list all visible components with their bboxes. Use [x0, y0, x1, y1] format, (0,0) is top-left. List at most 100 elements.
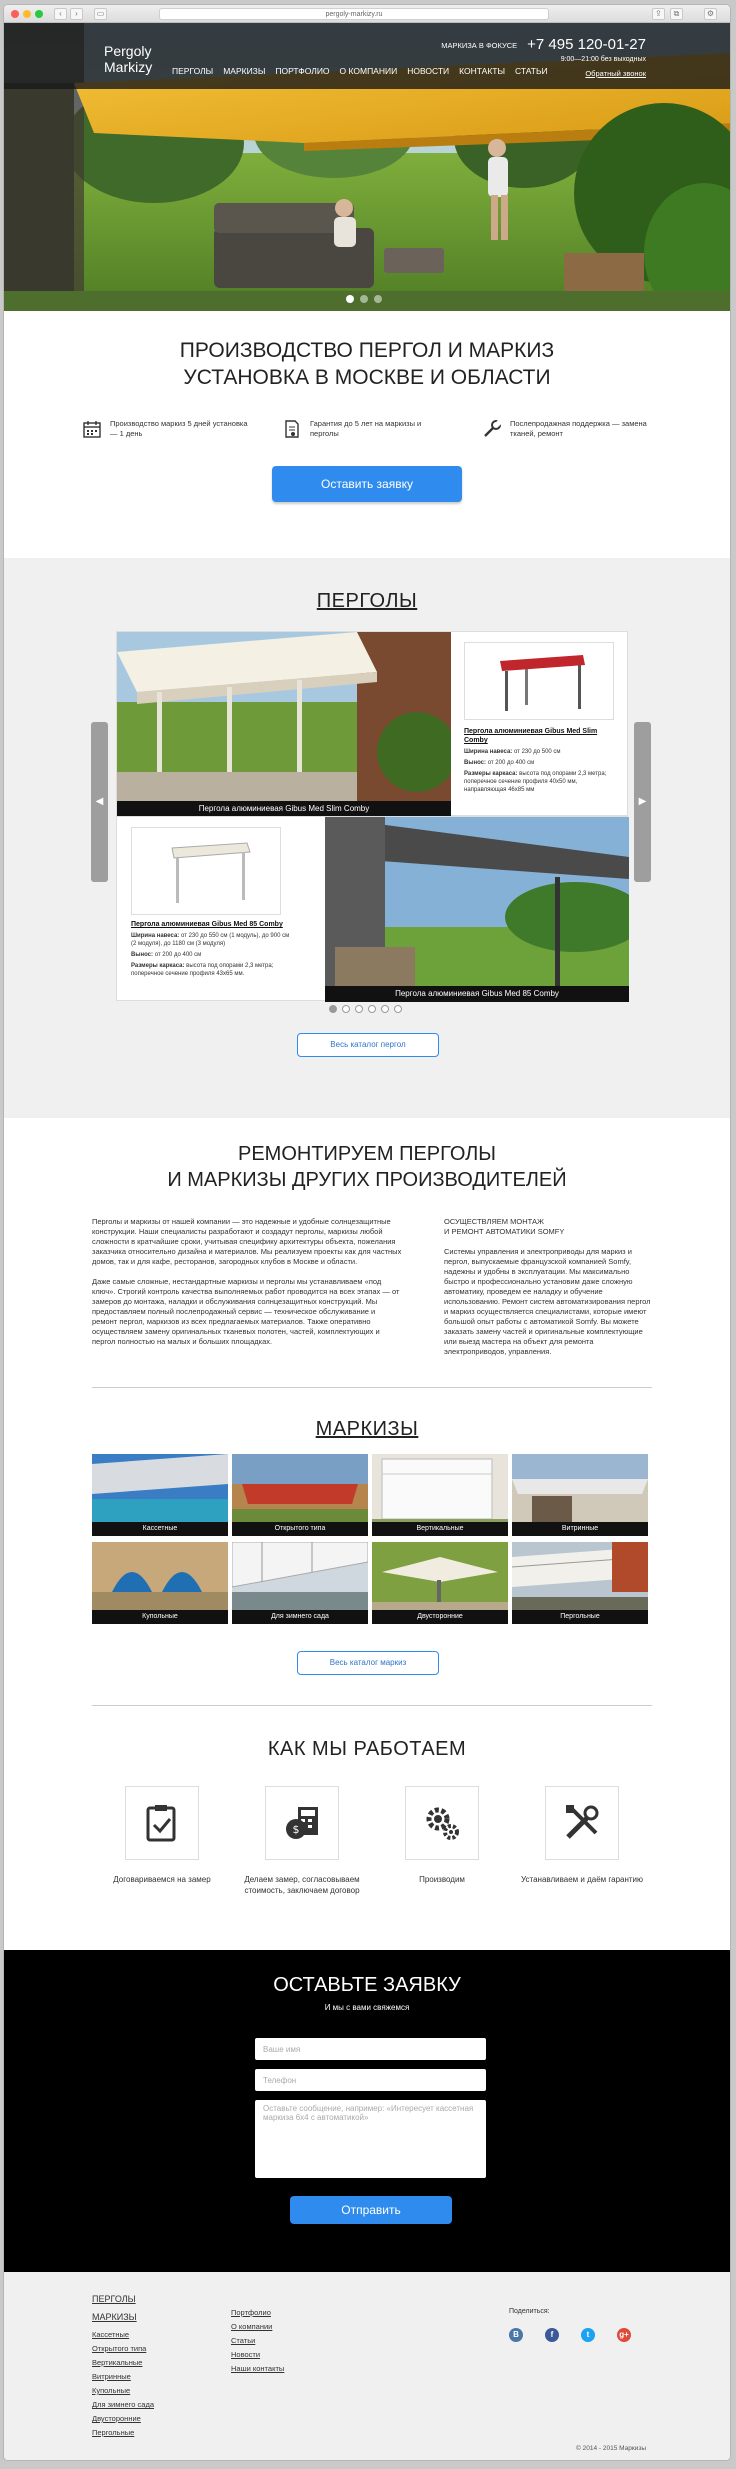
intro-title: ПРОИЗВОДСТВО ПЕРГОЛ И МАРКИЗ УСТАНОВКА В… [4, 337, 730, 391]
slider-dot[interactable] [360, 295, 368, 303]
tabs-icon[interactable]: ⧉ [670, 8, 683, 20]
step-box [125, 1786, 199, 1860]
divider [92, 1705, 652, 1706]
pergola-catalog-button[interactable]: Весь каталог пергол [297, 1033, 439, 1057]
submit-button[interactable]: Отправить [290, 2196, 452, 2224]
twitter-icon[interactable]: t [581, 2328, 595, 2342]
footer-pergoly-heading[interactable]: ПЕРГОЛЫ [92, 2294, 136, 2304]
pergola-thumb-image [500, 655, 585, 711]
somfy-heading-line1: ОСУЩЕСТВЛЯЕМ МОНТАЖ [444, 1217, 544, 1226]
footer-link[interactable]: Для зимнего сада [92, 2400, 154, 2409]
form-title: ОСТАВЬТЕ ЗАЯВКУ [273, 1974, 461, 1996]
carousel-prev-button[interactable]: ◀ [91, 722, 108, 882]
sidebar-icon[interactable]: ▭ [94, 8, 107, 20]
markiza-tile[interactable]: Кассетные [92, 1454, 228, 1536]
zoom-window-button[interactable] [35, 10, 43, 18]
somfy-heading-line2: И РЕМОНТ АВТОМАТИКИ SOMFY [444, 1227, 565, 1236]
markiza-tile[interactable]: Витринные [512, 1454, 648, 1536]
nav-about[interactable]: О КОМПАНИИ [340, 66, 398, 76]
browser-toolbar: ‹ › ▭ pergoly-markizy.ru ⇪ ⧉ ⚙ [4, 5, 730, 23]
footer-link[interactable]: Витринные [92, 2372, 131, 2381]
tools-icon [566, 1805, 599, 1839]
markiza-tile[interactable]: Купольные [92, 1542, 228, 1624]
footer-link[interactable]: Купольные [92, 2386, 130, 2395]
spec-value: от 230 до 500 см [513, 749, 561, 755]
pergolas-section: ПЕРГОЛЫ ◀ ▶ Пергола алюминиевая Gibus Me… [4, 558, 730, 1118]
step-box [405, 1786, 479, 1860]
pergola-photo: Пергола алюминиевая Gibus Med Slim Comby [117, 632, 451, 817]
pergola-card[interactable]: Пергола алюминиевая Gibus Med 85 Comby Ш… [116, 816, 629, 1002]
pergolas-title: ПЕРГОЛЫ [316, 590, 418, 612]
carousel-dot[interactable] [394, 1005, 402, 1013]
gplus-icon[interactable]: g+ [617, 2328, 631, 2342]
share-icon[interactable]: ⇪ [652, 8, 665, 20]
footer-link[interactable]: Пергольные [92, 2428, 134, 2437]
markiza-caption: Кассетные [92, 1522, 228, 1536]
minimize-window-button[interactable] [23, 10, 31, 18]
how-step: Договариваемся на замер [87, 1786, 237, 1885]
spec-label: Ширина навеса: [464, 749, 513, 755]
carousel-dot[interactable] [381, 1005, 389, 1013]
nav-pergoly[interactable]: ПЕРГОЛЫ [172, 66, 213, 76]
markiza-tile[interactable]: Пергольные [512, 1542, 648, 1624]
message-textarea[interactable] [255, 2100, 486, 2178]
address-bar[interactable]: pergoly-markizy.ru [159, 8, 549, 20]
footer-markizy-heading[interactable]: МАРКИЗЫ [92, 2312, 137, 2322]
footer-link[interactable]: Кассетные [92, 2330, 129, 2339]
footer-link[interactable]: Наши контакты [231, 2364, 284, 2373]
slider-dots [346, 295, 382, 303]
facebook-icon[interactable]: f [545, 2328, 559, 2342]
back-icon[interactable]: ‹ [54, 8, 67, 20]
callback-link[interactable]: Обратный звонок [441, 69, 646, 78]
repair-left-text: Перголы и маркизы от нашей компании — эт… [92, 1217, 402, 1347]
browser-window: ‹ › ▭ pergoly-markizy.ru ⇪ ⧉ ⚙ Pergoly M… [3, 4, 731, 2461]
footer-link[interactable]: Статьи [231, 2336, 255, 2345]
spec-label: Ширина навеса: [131, 933, 180, 939]
slider-dot[interactable] [346, 295, 354, 303]
site-logo[interactable]: Pergoly Markizy [104, 43, 152, 75]
markiza-tile[interactable]: Вертикальные [372, 1454, 508, 1536]
footer-link[interactable]: О компании [231, 2322, 272, 2331]
footer-link[interactable]: Открытого типа [92, 2344, 146, 2353]
request-button[interactable]: Оставить заявку [272, 466, 462, 502]
spec-label: Вынос: [464, 760, 487, 766]
footer-link[interactable]: Портфолио [231, 2308, 271, 2317]
step-text: Делаем замер, согласовываем стоимость, з… [244, 1875, 360, 1895]
markiza-tile[interactable]: Открытого типа [232, 1454, 368, 1536]
forward-icon[interactable]: › [70, 8, 83, 20]
copyright: © 2014 - 2015 Маркизы [576, 2445, 646, 2452]
footer-link[interactable]: Вертикальные [92, 2358, 142, 2367]
pergola-specs: Пергола алюминиевая Gibus Med 85 Comby Ш… [131, 920, 296, 978]
spec-label: Размеры каркаса: [464, 771, 518, 777]
intro-title-line1: ПРОИЗВОДСТВО ПЕРГОЛ И МАРКИЗ [179, 339, 555, 362]
close-window-button[interactable] [11, 10, 19, 18]
carousel-dot[interactable] [342, 1005, 350, 1013]
nav-portfolio[interactable]: ПОРТФОЛИО [275, 66, 329, 76]
carousel-dot[interactable] [368, 1005, 376, 1013]
nav-markizy[interactable]: МАРКИЗЫ [223, 66, 265, 76]
phone-number[interactable]: +7 495 120-01-27 [527, 36, 646, 53]
vk-icon[interactable]: В [509, 2328, 523, 2342]
name-input[interactable] [255, 2038, 486, 2060]
wrench-icon [484, 419, 502, 437]
markiza-tile[interactable]: Двусторонние [372, 1542, 508, 1624]
markiza-catalog-button[interactable]: Весь каталог маркиз [297, 1651, 439, 1675]
pergola-image [117, 632, 451, 817]
carousel-dot[interactable] [329, 1005, 337, 1013]
carousel-dot[interactable] [355, 1005, 363, 1013]
pergola-name[interactable]: Пергола алюминиевая Gibus Med Slim Comby [464, 727, 614, 745]
phone-input[interactable] [255, 2069, 486, 2091]
slider-dot[interactable] [374, 295, 382, 303]
repair-title: РЕМОНТИРУЕМ ПЕРГОЛЫ И МАРКИЗЫ ДРУГИХ ПРО… [4, 1141, 730, 1193]
focus-link[interactable]: МАРКИЗА В ФОКУСЕ [441, 41, 517, 50]
markiza-tile[interactable]: Для зимнего сада [232, 1542, 368, 1624]
settings-icon[interactable]: ⚙ [704, 8, 717, 20]
pergola-name[interactable]: Пергола алюминиевая Gibus Med 85 Comby [131, 920, 296, 929]
carousel-next-button[interactable]: ▶ [634, 722, 651, 882]
pergola-card[interactable]: Пергола алюминиевая Gibus Med Slim Comby… [116, 631, 628, 817]
spec-label: Вынос: [131, 952, 154, 958]
footer-link[interactable]: Новости [231, 2350, 260, 2359]
intro-title-line2: УСТАНОВКА В МОСКВЕ И ОБЛАСТИ [183, 366, 551, 389]
footer-link[interactable]: Двусторонние [92, 2414, 141, 2423]
step-box [545, 1786, 619, 1860]
